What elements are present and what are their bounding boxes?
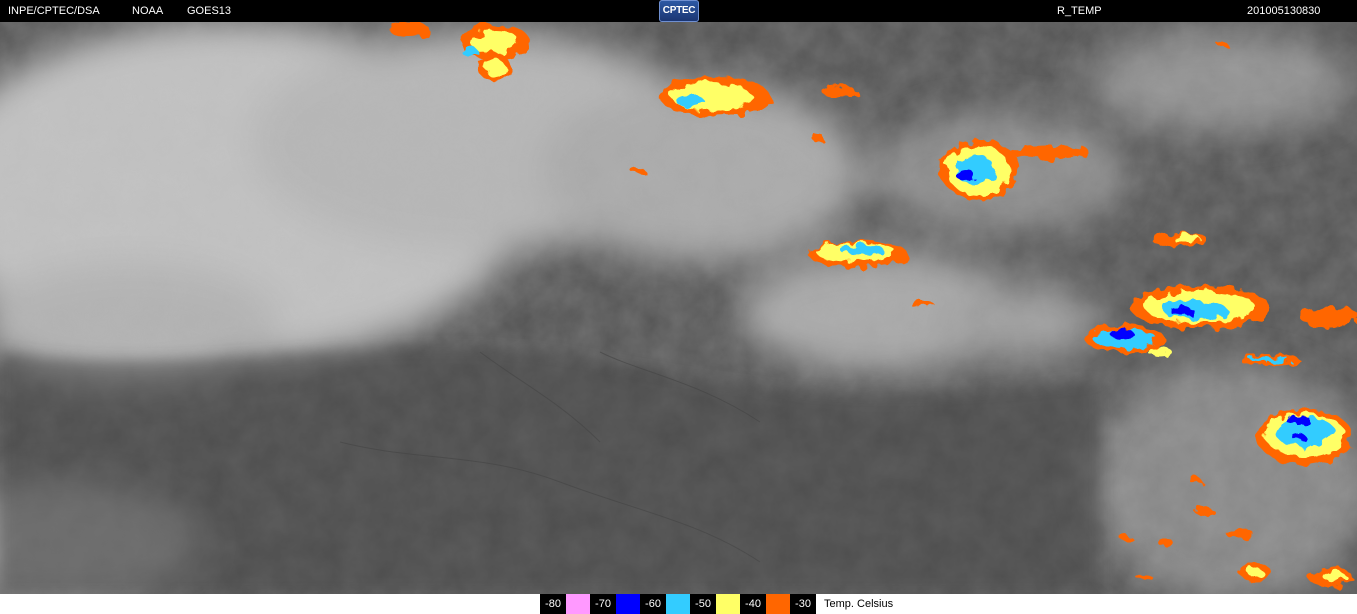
legend-swatch <box>616 594 640 614</box>
product-label: R_TEMP <box>1057 5 1102 17</box>
legend-value: -50 <box>690 594 716 614</box>
legend-swatch <box>566 594 590 614</box>
satellite-viewer: INPE/CPTEC/DSA NOAA GOES13 CPTEC R_TEMP … <box>0 0 1357 614</box>
header-bar: INPE/CPTEC/DSA NOAA GOES13 CPTEC R_TEMP … <box>0 0 1357 22</box>
legend-value: -60 <box>640 594 666 614</box>
legend-swatch <box>666 594 690 614</box>
legend-value: -30 <box>790 594 816 614</box>
legend-value: -80 <box>540 594 566 614</box>
satellite-infrared-image <box>0 22 1357 594</box>
legend-value: -40 <box>740 594 766 614</box>
agency-label: NOAA <box>132 5 164 17</box>
organization-label: INPE/CPTEC/DSA <box>8 5 100 17</box>
cptec-logo: CPTEC <box>659 0 699 22</box>
legend-swatch <box>766 594 790 614</box>
temperature-legend: -80 -70 -60 -50 -40 -30 Temp. Celsius <box>540 594 894 614</box>
timestamp-label: 201005130830 <box>1247 5 1321 17</box>
legend-unit-label: Temp. Celsius <box>816 594 894 614</box>
legend-value: -70 <box>590 594 616 614</box>
satellite-label: GOES13 <box>187 5 232 17</box>
legend-swatch <box>716 594 740 614</box>
